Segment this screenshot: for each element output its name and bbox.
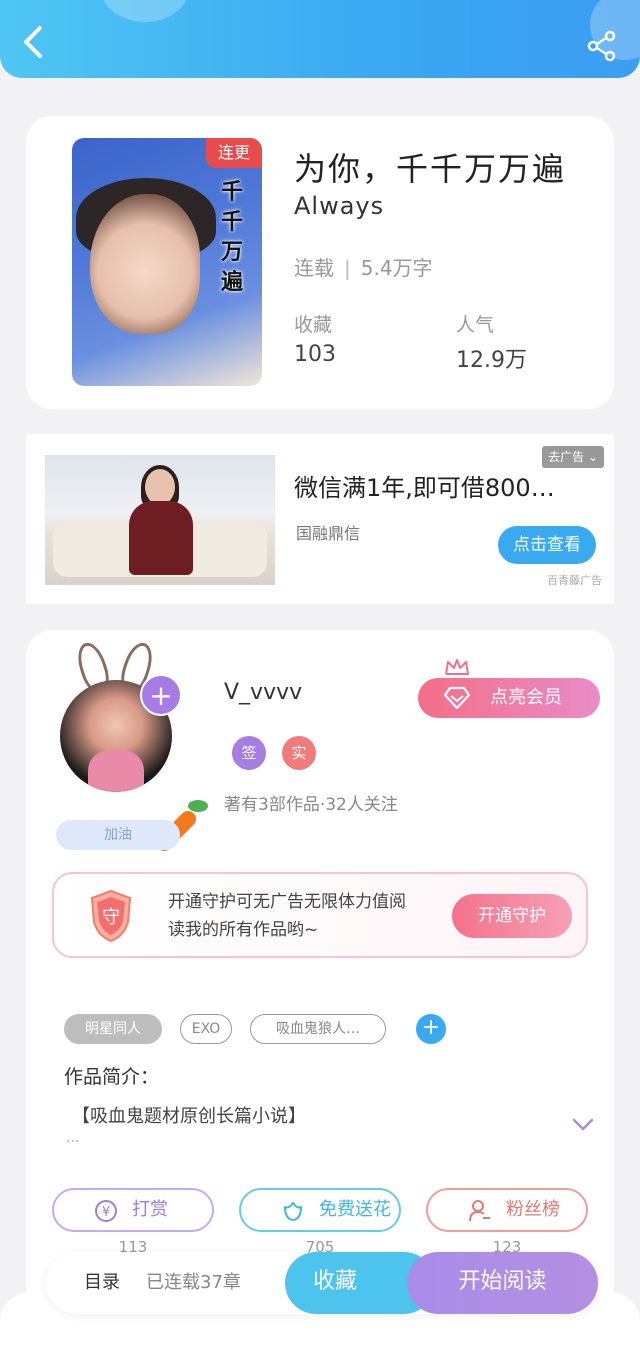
ad-brand: 百青藤广告: [547, 574, 602, 587]
follow-add-button[interactable]: +: [140, 674, 182, 716]
bottom-action-bar: 目录 已连载37章 收藏 开始阅读: [46, 1252, 598, 1314]
favorites-label: 收藏: [294, 314, 333, 336]
send-flower-label: 免费送花: [319, 1199, 391, 1220]
word-count: 5.4万字: [360, 256, 433, 280]
book-title: 为你，千千万万遍: [294, 150, 567, 188]
signed-author-badge: 签: [232, 736, 266, 770]
fan-ranking-label: 粉丝榜: [506, 1199, 560, 1220]
ad-image-head: [145, 469, 175, 505]
shield-icon-char: 守: [102, 907, 120, 928]
favorites-value: 103: [294, 342, 336, 367]
share-button[interactable]: [586, 30, 618, 62]
diamond-icon: [444, 686, 470, 710]
carrot-leaf-decor: [188, 800, 208, 812]
top-header: [0, 0, 640, 78]
ad-view-button[interactable]: 点击查看: [498, 526, 596, 564]
book-status: 连载 | 5.4万字: [294, 252, 433, 281]
author-stats: 著有3部作品·32人关注: [224, 795, 398, 815]
tag-chip[interactable]: 吸血鬼狼人…: [250, 1014, 386, 1044]
book-cover[interactable]: 千千万遍 连更: [72, 138, 262, 386]
ad-image-body: [129, 501, 193, 575]
cover-art-face: [90, 194, 200, 334]
fan-ranking-button[interactable]: 粉丝榜: [426, 1188, 588, 1232]
book-subtitle: Always: [294, 192, 385, 220]
start-reading-button[interactable]: 开始阅读: [407, 1252, 598, 1314]
tag-chip[interactable]: 明星同人: [64, 1014, 162, 1044]
chapters-count: 已连载37章: [146, 1272, 241, 1293]
verified-author-badge: 实: [282, 736, 316, 770]
decor-bubble: [100, 0, 190, 22]
book-info-card: 千千万遍 连更 为你，千千万万遍 Always 连载 | 5.4万字 收藏 103 …: [26, 116, 614, 409]
cover-vertical-title: 千千万遍: [220, 180, 243, 295]
vip-button-label: 点亮会员: [490, 687, 562, 708]
status-divider: |: [344, 256, 351, 280]
serializing-badge: 连更: [206, 138, 262, 168]
shield-icon: 守: [90, 889, 132, 943]
share-icon: [587, 30, 616, 62]
popularity-label: 人气: [456, 314, 495, 336]
flower-icon: [284, 1202, 302, 1221]
back-button[interactable]: [20, 24, 50, 60]
user-rank-icon: [469, 1200, 490, 1222]
tip-label: 打赏: [132, 1199, 168, 1220]
chevron-down-icon: ⌄: [587, 450, 598, 464]
guard-promo-text: 开通守护可无广告无限体力值阅读我的所有作品哟~: [168, 892, 406, 940]
tip-button[interactable]: ¥ 打赏: [52, 1188, 214, 1232]
chevron-down-icon[interactable]: [572, 1118, 594, 1132]
intro-text: 【吸血鬼题材原创长篇小说】: [72, 1106, 306, 1127]
guard-promo-box: 守 开通守护可无广告无限体力值阅读我的所有作品哟~ 开通守护: [52, 872, 588, 958]
crown-icon: [445, 659, 469, 675]
catalog-button[interactable]: 目录: [84, 1268, 120, 1294]
yen-icon: ¥: [95, 1200, 117, 1222]
tag-chip[interactable]: EXO: [180, 1014, 232, 1044]
ad-banner[interactable]: 微信满1年,即可借800… 国融鼎信 去广告 ⌄ 点击查看 百青藤广告: [26, 434, 614, 604]
avatar-dress: [88, 750, 144, 792]
intro-label: 作品简介：: [64, 1066, 160, 1088]
ad-title[interactable]: 微信满1年,即可借800…: [294, 468, 555, 503]
intro-ellipsis: ...: [66, 1130, 80, 1146]
add-tag-button[interactable]: +: [416, 1014, 446, 1044]
remove-ad-label: 去广告: [548, 450, 585, 464]
popularity-value: 12.9万: [456, 348, 527, 373]
cheer-badge: 加油: [56, 820, 180, 850]
status-text: 连载: [294, 256, 334, 280]
chevron-left-icon: [24, 26, 42, 58]
ad-source: 国融鼎信: [296, 524, 361, 543]
author-name[interactable]: V_vvvv: [224, 680, 302, 705]
open-guard-button[interactable]: 开通守护: [452, 894, 572, 938]
author-card: + 加油 V_vvvv 签 实 著有3部作品·32人关注 点亮会员 守 开通守护…: [26, 630, 614, 1330]
svg-text:¥: ¥: [102, 1205, 110, 1220]
vip-membership-button[interactable]: 点亮会员: [418, 678, 600, 718]
send-flower-button[interactable]: 免费送花: [239, 1188, 401, 1232]
ad-image[interactable]: [45, 455, 275, 585]
remove-ad-button[interactable]: 去广告 ⌄: [542, 446, 604, 468]
